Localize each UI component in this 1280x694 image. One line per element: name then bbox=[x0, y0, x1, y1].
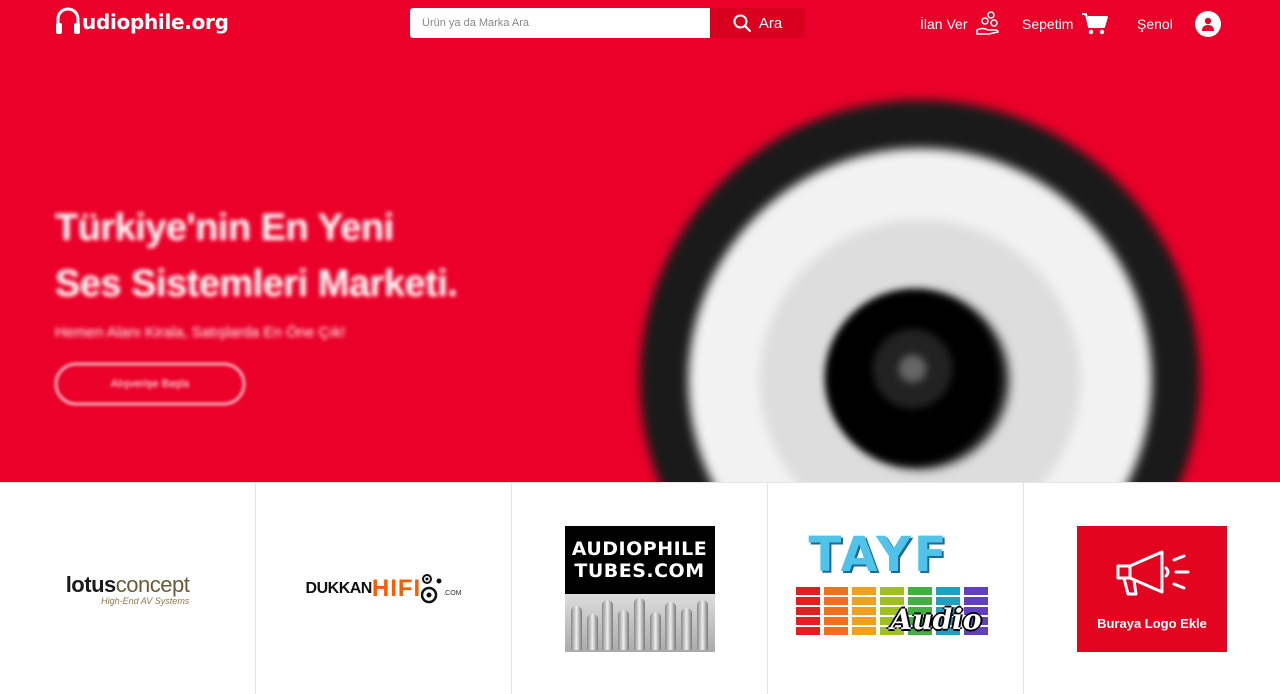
megaphone-icon bbox=[1116, 550, 1190, 596]
user-icon bbox=[1201, 17, 1214, 31]
tayf-word: TAYF bbox=[808, 526, 950, 583]
hero-text: Türkiye'nin En Yeni Ses Sistemleri Marke… bbox=[55, 200, 458, 341]
add-logo-tile[interactable]: Buraya Logo Ekle bbox=[1077, 525, 1227, 652]
cart-link[interactable]: Sepetim bbox=[1022, 8, 1109, 40]
cart-icon bbox=[1082, 13, 1109, 35]
tayf-audio-logo: TAYF Audio bbox=[791, 525, 1001, 653]
partner-logos: lotusconcept High-End AV Systems DUKKAN … bbox=[0, 482, 1280, 694]
partner-audiophile-tubes[interactable]: AUDIOPHILE TUBES.COM bbox=[512, 483, 768, 694]
dukkan-hifi-logo: DUKKAN HIFI .COM bbox=[305, 573, 462, 605]
avatar[interactable] bbox=[1194, 11, 1221, 37]
partner-dukkan-hifi[interactable]: DUKKAN HIFI .COM bbox=[256, 483, 512, 694]
search-button[interactable]: Ara bbox=[710, 8, 805, 38]
site-logo[interactable]: udiophile.org bbox=[55, 4, 229, 40]
search-icon bbox=[733, 14, 751, 32]
tubes-line1: AUDIOPHILE bbox=[571, 537, 708, 560]
hero-banner: Türkiye'nin En Yeni Ses Sistemleri Marke… bbox=[0, 0, 1280, 482]
partner-lotus-concept[interactable]: lotusconcept High-End AV Systems bbox=[0, 483, 256, 694]
hero-subtitle: Hemen Alanı Kirala, Satışlarda En Öne Çı… bbox=[55, 324, 346, 341]
audiophile-tubes-logo: AUDIOPHILE TUBES.COM bbox=[564, 525, 715, 652]
partner-add-logo[interactable]: Buraya Logo Ekle bbox=[1024, 483, 1280, 694]
tayf-audio-text: Audio bbox=[890, 602, 982, 636]
post-ad-label: İlan Ver bbox=[920, 16, 968, 32]
search-bar: Ara bbox=[410, 8, 805, 38]
post-ad-link[interactable]: İlan Ver bbox=[920, 8, 1001, 40]
lotus-bold: lotus bbox=[65, 571, 117, 597]
speaker-cone-image bbox=[825, 290, 1000, 465]
vacuum-tubes-image bbox=[564, 593, 715, 652]
hero-title-line2: Ses Sistemleri Marketi. bbox=[55, 263, 458, 305]
site-header: udiophile.org Ara İlan Ver Sepetim Şen bbox=[0, 0, 1280, 48]
cart-label: Sepetim bbox=[1022, 16, 1074, 32]
tubes-line2: TUBES.COM bbox=[574, 559, 705, 582]
user-menu[interactable]: Şenol bbox=[1137, 8, 1221, 40]
lotus-concept-logo: lotusconcept High-End AV Systems bbox=[66, 572, 190, 606]
hifi-text: HIFI bbox=[371, 574, 422, 602]
speaker-icon bbox=[421, 573, 442, 603]
logo-text: udiophile.org bbox=[82, 10, 229, 34]
hero-title-line1: Türkiye'nin En Yeni bbox=[55, 207, 394, 249]
lotus-rest: concept bbox=[115, 571, 190, 597]
search-button-label: Ara bbox=[758, 14, 783, 32]
start-shopping-button[interactable]: Alışverişe Başla bbox=[55, 363, 245, 405]
headphones-icon bbox=[56, 7, 80, 34]
dukkan-text: DUKKAN bbox=[305, 579, 373, 597]
search-input[interactable] bbox=[410, 8, 710, 38]
add-logo-label: Buraya Logo Ekle bbox=[1097, 616, 1207, 631]
user-name: Şenol bbox=[1137, 16, 1173, 32]
partner-tayf-audio[interactable]: TAYF Audio bbox=[768, 483, 1024, 694]
dukkan-domain: .COM bbox=[443, 589, 462, 597]
hand-coins-icon bbox=[976, 11, 1000, 35]
